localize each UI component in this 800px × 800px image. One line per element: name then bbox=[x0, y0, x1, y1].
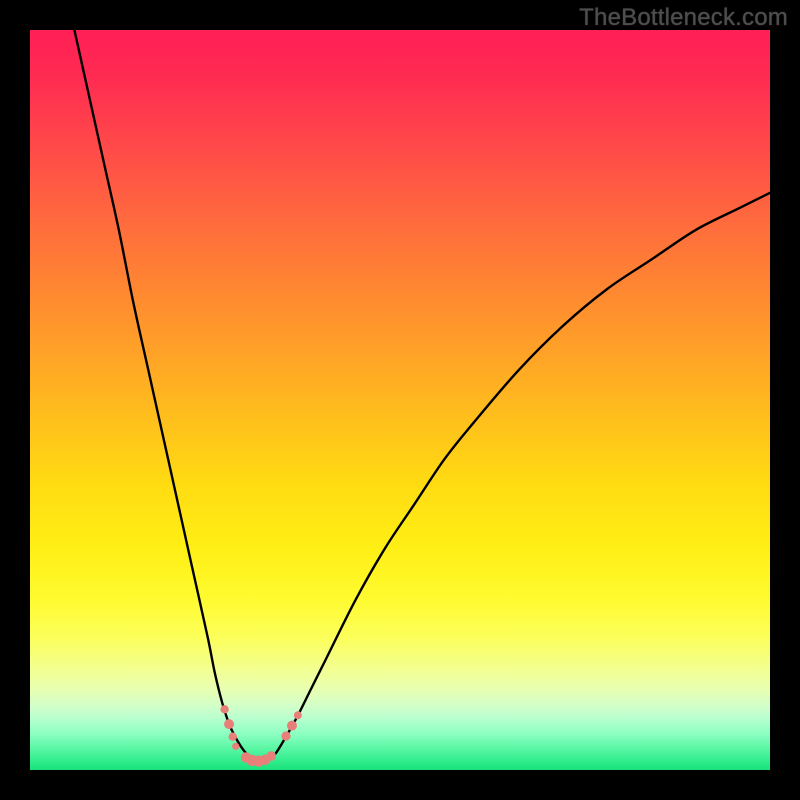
chart-frame: TheBottleneck.com bbox=[0, 0, 800, 800]
trough-marker-dot bbox=[232, 743, 239, 750]
trough-marker-dot bbox=[266, 751, 276, 761]
trough-marker-dot bbox=[281, 731, 290, 740]
trough-marker-dot bbox=[224, 719, 234, 729]
trough-markers bbox=[220, 705, 301, 767]
trough-marker-dot bbox=[220, 705, 228, 713]
trough-marker-dot bbox=[229, 733, 237, 741]
watermark-text: TheBottleneck.com bbox=[579, 4, 788, 32]
plot-area bbox=[30, 30, 770, 770]
bottleneck-curve bbox=[74, 30, 770, 761]
trough-marker-dot bbox=[294, 711, 302, 719]
curve-layer bbox=[30, 30, 770, 770]
trough-marker-dot bbox=[287, 721, 297, 731]
